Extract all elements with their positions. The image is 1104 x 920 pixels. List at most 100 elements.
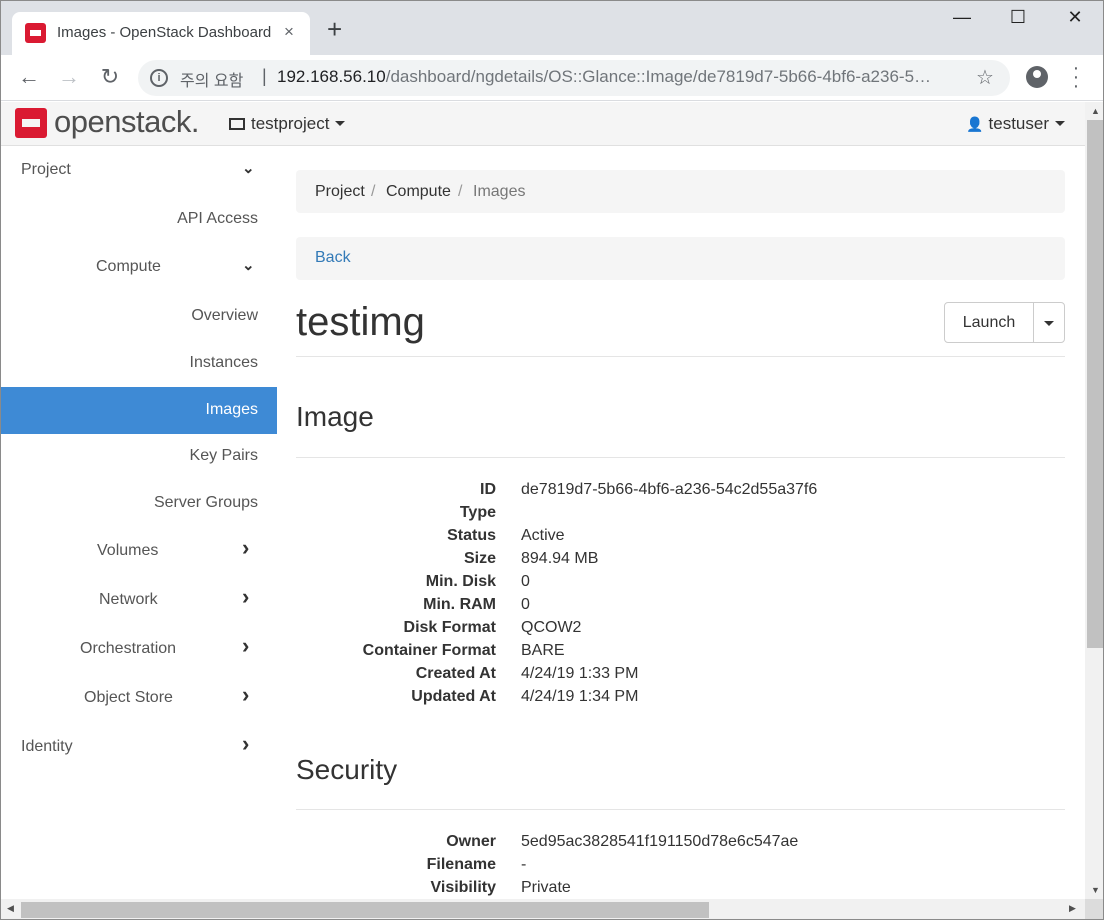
detail-row: Min. RAM 0 — [296, 596, 1065, 619]
user-name: testuser — [988, 114, 1049, 133]
back-arrow-icon[interactable]: ← — [16, 64, 42, 90]
detail-row: Size 894.94 MB — [296, 550, 1065, 573]
detail-row: ID de7819d7-5b66-4bf6-a236-54c2d55a37f6 — [296, 481, 1065, 504]
openstack-header: openstack. testproject 👤 testuser — [1, 102, 1085, 146]
breadcrumb-images: Images — [473, 183, 526, 200]
image-section-title: Image — [296, 401, 374, 432]
scroll-right-arrow-icon[interactable]: ▶ — [1069, 903, 1076, 914]
sidebar-item-volumes[interactable]: Volumes › — [1, 528, 277, 575]
sidebar-item-label: Compute — [96, 258, 161, 275]
project-selector[interactable]: testproject — [229, 114, 346, 134]
openstack-favicon-icon — [25, 23, 46, 43]
horizontal-scrollbar[interactable]: ◀ ▶ — [1, 899, 1085, 919]
security-section-title: Security — [296, 754, 398, 785]
detail-key: Updated At — [411, 688, 496, 705]
horizontal-scroll-thumb[interactable] — [21, 902, 709, 918]
breadcrumb-separator: / — [371, 183, 376, 200]
project-name: testproject — [251, 114, 330, 133]
detail-value: Private — [521, 879, 571, 896]
kebab-menu-icon[interactable]: · · · — [1069, 58, 1083, 96]
security-details-list: Owner 5ed95ac3828541f191150d78e6c547ae Fi… — [296, 833, 1065, 902]
breadcrumb-compute[interactable]: Compute — [386, 183, 451, 201]
detail-key: Owner — [446, 833, 496, 850]
maximize-button[interactable]: ☐ — [998, 7, 1038, 28]
project-list-icon — [229, 118, 245, 130]
image-details-list: ID de7819d7-5b66-4bf6-a236-54c2d55a37f6 T… — [296, 481, 1065, 711]
detail-value: 4/24/19 1:33 PM — [521, 665, 639, 682]
sidebar-item-key-pairs[interactable]: Key Pairs — [1, 433, 277, 480]
chevron-right-icon: › — [242, 584, 250, 609]
sidebar-item-object-store[interactable]: Object Store › — [1, 675, 277, 722]
url-path: /dashboard/ngdetails/OS::Glance::Image/d… — [385, 67, 932, 86]
detail-key: Visibility — [430, 879, 496, 896]
sidebar-item-label: API Access — [177, 210, 258, 227]
account-icon[interactable] — [1026, 66, 1048, 88]
divider — [296, 356, 1065, 357]
scroll-down-arrow-icon[interactable]: ▼ — [1091, 885, 1100, 895]
sidebar-item-label: Images — [205, 401, 258, 418]
detail-key: Size — [463, 550, 496, 567]
sidebar-item-images[interactable]: Images — [1, 387, 277, 434]
address-bar[interactable]: i 주의 요함 | 192.168.56.10/dashboard/ngdeta… — [138, 60, 1010, 96]
forward-arrow-icon[interactable]: → — [56, 64, 82, 90]
chevron-right-icon: › — [242, 682, 250, 707]
sidebar-item-label: Identity — [21, 738, 73, 755]
launch-button[interactable]: Launch — [944, 302, 1034, 343]
detail-value: BARE — [521, 642, 565, 659]
browser-tab[interactable]: Images - OpenStack Dashboard × — [12, 12, 310, 55]
sidebar-item-network[interactable]: Network › — [1, 577, 277, 624]
vertical-scroll-thumb[interactable] — [1087, 120, 1103, 648]
detail-key: Min. Disk — [425, 573, 496, 590]
detail-row: Disk Format QCOW2 — [296, 619, 1065, 642]
detail-value: de7819d7-5b66-4bf6-a236-54c2d55a37f6 — [521, 481, 818, 498]
chevron-down-icon: ⌄ — [242, 257, 255, 274]
browser-window: Images - OpenStack Dashboard × + — ☐ ✕ ←… — [0, 0, 1104, 920]
detail-value: QCOW2 — [521, 619, 582, 636]
detail-value: 4/24/19 1:34 PM — [521, 688, 639, 705]
back-bar: Back — [296, 237, 1065, 280]
user-menu[interactable]: 👤 testuser — [966, 114, 1065, 134]
info-icon[interactable]: i — [150, 69, 168, 87]
sidebar-item-instances[interactable]: Instances — [1, 340, 277, 387]
chevron-right-icon: › — [242, 633, 250, 658]
scroll-left-arrow-icon[interactable]: ◀ — [7, 903, 14, 914]
vertical-scrollbar[interactable]: ▲ ▼ — [1085, 102, 1103, 899]
detail-value: Active — [521, 527, 565, 544]
detail-value: 5ed95ac3828541f191150d78e6c547ae — [521, 833, 799, 850]
sidebar-item-label: Network — [99, 591, 158, 608]
sidebar-item-orchestration[interactable]: Orchestration › — [1, 626, 277, 673]
scroll-up-arrow-icon[interactable]: ▲ — [1091, 106, 1100, 116]
launch-dropdown-button[interactable] — [1033, 302, 1065, 343]
sidebar-item-overview[interactable]: Overview — [1, 293, 277, 340]
detail-key: Disk Format — [403, 619, 496, 636]
sidebar-item-server-groups[interactable]: Server Groups — [1, 480, 277, 527]
sidebar-item-api-access[interactable]: API Access — [1, 196, 277, 243]
user-icon: 👤 — [966, 116, 984, 132]
sidebar-item-label: Orchestration — [80, 640, 177, 657]
url-text[interactable]: 192.168.56.10/dashboard/ngdetails/OS::Gl… — [277, 67, 957, 87]
sidebar-item-project[interactable]: Project ⌄ — [1, 147, 277, 194]
sidebar: Project ⌄ API Access Compute ⌄ Overview … — [1, 147, 277, 899]
sidebar-item-identity[interactable]: Identity › — [1, 724, 277, 771]
caret-down-icon — [335, 121, 346, 126]
reload-icon[interactable]: ↻ — [97, 64, 123, 90]
openstack-logo-text[interactable]: openstack. — [54, 104, 199, 140]
openstack-logo-icon[interactable] — [15, 108, 47, 138]
url-host: 192.168.56.10 — [277, 67, 386, 86]
new-tab-button[interactable]: + — [327, 16, 342, 42]
page-title: testimg — [296, 300, 425, 344]
minimize-button[interactable]: — — [942, 7, 982, 28]
tab-close-icon[interactable]: × — [284, 22, 294, 42]
divider — [296, 457, 1065, 458]
breadcrumb-project[interactable]: Project — [315, 183, 365, 201]
sidebar-item-label: Object Store — [84, 689, 173, 706]
sidebar-item-compute[interactable]: Compute ⌄ — [1, 244, 277, 291]
security-warning[interactable]: 주의 요함 — [180, 67, 243, 91]
close-window-button[interactable]: ✕ — [1055, 7, 1095, 28]
back-link[interactable]: Back — [315, 249, 351, 267]
chevron-right-icon: › — [242, 731, 250, 756]
sidebar-item-label: Key Pairs — [189, 447, 258, 464]
bookmark-star-icon[interactable]: ☆ — [976, 65, 994, 90]
sidebar-item-label: Server Groups — [153, 494, 258, 511]
tab-strip: Images - OpenStack Dashboard × + — ☐ ✕ — [1, 1, 1103, 55]
